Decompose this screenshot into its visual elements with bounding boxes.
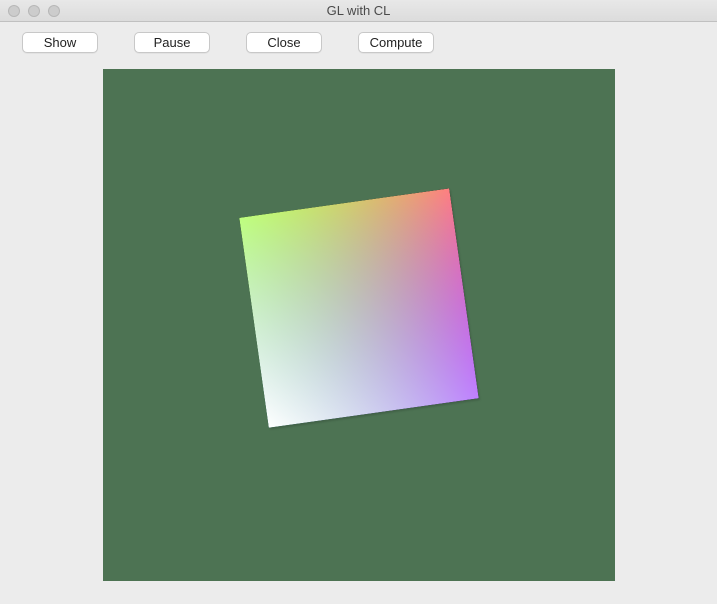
minimize-window-icon[interactable] [28, 5, 40, 17]
canvas-container [0, 63, 717, 581]
pause-button[interactable]: Pause [134, 32, 210, 53]
gl-viewport [103, 69, 615, 581]
close-button[interactable]: Close [246, 32, 322, 53]
toolbar: Show Pause Close Compute [0, 22, 717, 63]
compute-button[interactable]: Compute [358, 32, 434, 53]
zoom-window-icon[interactable] [48, 5, 60, 17]
close-window-icon[interactable] [8, 5, 20, 17]
window-title: GL with CL [0, 3, 717, 18]
show-button[interactable]: Show [22, 32, 98, 53]
color-quad [239, 188, 478, 427]
window-titlebar: GL with CL [0, 0, 717, 22]
traffic-lights [8, 5, 60, 17]
